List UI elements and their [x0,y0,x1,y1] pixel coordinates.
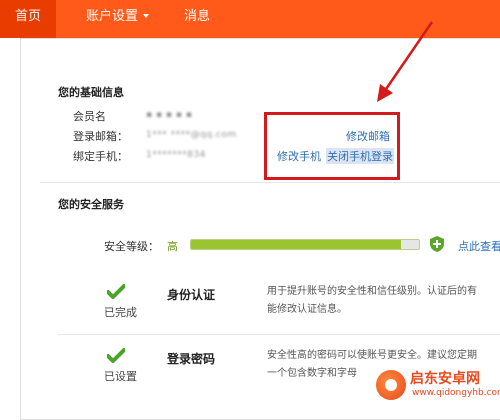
watermark-name: 启东安卓网 [410,371,480,387]
nav-home[interactable]: 首页 [0,0,56,38]
top-nav: 首页 账户设置 消息 [0,0,500,38]
section-divider [40,182,500,183]
security-level-value: 高 [167,240,178,253]
check-icon [107,284,125,299]
check-icon [107,348,125,363]
email-label: 登录邮箱： [73,130,128,143]
password-status: 已设置 [104,370,137,383]
password-desc-line1: 安全性高的密码可以使账号更安全。建议您定期 [267,350,477,361]
member-name-value: ▪ ▪ ▪ ▪ ▪ [146,110,193,120]
view-details-link[interactable]: 点此查看 [458,238,500,254]
login-password-title: 登录密码 [167,352,216,366]
watermark-logo-icon [376,370,406,400]
watermark-url: www.qidongyhb.com [412,388,500,398]
member-name-label: 会员名 [73,110,106,123]
identity-status: 已完成 [104,306,137,319]
nav-account-settings[interactable]: 账户设置 [86,0,150,38]
security-level-label: 安全等级： [104,240,159,253]
caret-down-icon [143,14,150,18]
email-value: 1*** ****@qq.com [146,130,237,140]
identity-desc-line2: 能修改认证信息。 [267,304,347,315]
phone-value: 1*******834 [146,150,206,160]
nav-messages[interactable]: 消息 [184,0,210,38]
password-desc-line2: 一个包含数字和字母 [267,368,357,379]
row-divider [58,334,500,335]
identity-verification-title: 身份认证 [167,288,216,302]
shield-plus-icon [430,236,444,252]
security-title: 您的安全服务 [58,198,124,211]
security-level-fill [191,240,401,249]
watermark: 启东安卓网 www.qidongyhb.com [372,366,500,404]
security-level-bar [190,239,420,250]
basic-info-title: 您的基础信息 [58,86,124,99]
nav-account-settings-label: 账户设置 [86,9,139,24]
annotation-highlight-box [264,112,400,180]
phone-label: 绑定手机： [73,150,128,163]
identity-desc-line1: 用于提升账号的安全性和信任级别。认证后的有 [267,286,477,297]
